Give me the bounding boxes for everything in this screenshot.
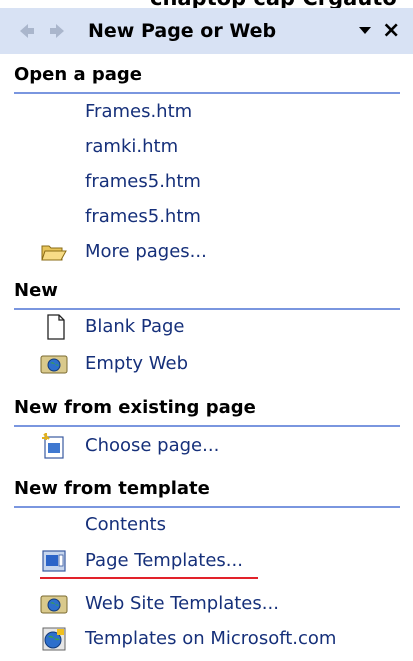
blank-page-icon [40, 311, 72, 343]
open-folder-icon [38, 236, 70, 268]
cropped-top-label: chaptop cap Crgauto [150, 0, 397, 8]
cropped-top-text: chaptop cap Crgauto [0, 0, 413, 8]
more-pages-link[interactable]: More pages... [85, 236, 207, 268]
back-button[interactable] [16, 8, 36, 54]
section-open-a-page: Open a page [14, 60, 400, 94]
close-icon: × [382, 18, 401, 43]
contents-link[interactable]: Contents [85, 509, 166, 541]
templates-on-microsoft-link[interactable]: Templates on Microsoft.com [85, 623, 336, 655]
task-pane-titlebar: New Page or Web × [0, 8, 413, 54]
web-folder-icon [38, 588, 70, 620]
pane-menu-button[interactable] [357, 8, 373, 54]
section-new: New [14, 276, 400, 310]
back-arrow-icon [20, 24, 34, 38]
choose-page-link[interactable]: Choose page... [85, 430, 219, 462]
page-template-icon [38, 545, 70, 577]
recent-file-link[interactable]: ramki.htm [85, 131, 178, 163]
web-site-templates-link[interactable]: Web Site Templates... [85, 588, 279, 620]
recent-file-link[interactable]: frames5.htm [85, 166, 201, 198]
empty-web-link[interactable]: Empty Web [85, 348, 188, 380]
forward-button[interactable] [48, 8, 68, 54]
section-new-from-existing: New from existing page [14, 393, 400, 427]
close-button[interactable]: × [382, 8, 400, 54]
chevron-down-icon [359, 27, 371, 34]
blank-page-link[interactable]: Blank Page [85, 311, 185, 343]
section-new-from-template: New from template [14, 474, 400, 508]
red-underline-mark [40, 577, 258, 579]
task-pane-title: New Page or Web [88, 20, 277, 42]
forward-arrow-icon [50, 24, 64, 38]
recent-file-link[interactable]: frames5.htm [85, 201, 201, 233]
choose-page-icon [38, 430, 70, 462]
web-folder-icon [38, 348, 70, 380]
page-templates-link[interactable]: Page Templates... [85, 545, 243, 577]
recent-file-link[interactable]: Frames.htm [85, 96, 192, 128]
globe-icon [38, 623, 70, 655]
